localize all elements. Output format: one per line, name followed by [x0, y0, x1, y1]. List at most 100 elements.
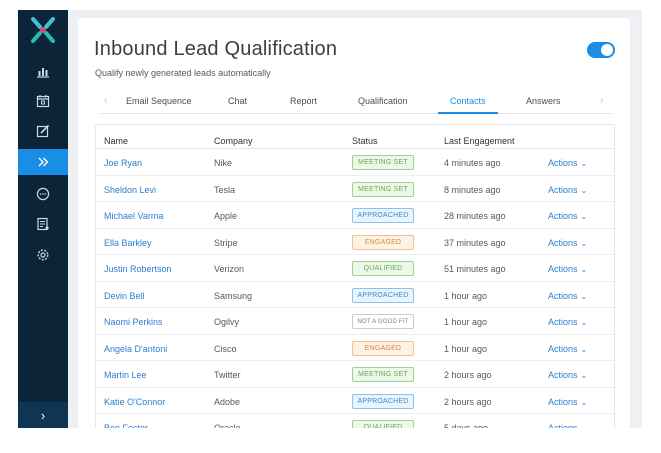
main-card: Inbound Lead Qualification Qualify newly… [78, 18, 630, 428]
contact-name-link[interactable]: Joe Ryan [104, 158, 142, 168]
sidebar-item-edit[interactable] [18, 119, 68, 143]
chevron-down-icon: ⌄ [580, 212, 588, 221]
table-row: Angela D'antoni Cisco ENGAGED 1 hour ago Act… [96, 335, 614, 361]
table-row: Justin Robertson Verizon QUALIFIED 51 minut… [96, 255, 614, 282]
company-cell: Adobe [214, 396, 241, 407]
actions-dropdown[interactable]: Actions⌄ [548, 423, 587, 428]
column-header-name[interactable]: Name [104, 136, 128, 146]
table-header: Name Company Status Last Engagement [96, 125, 614, 149]
actions-label: Actions [548, 317, 578, 327]
column-header-status[interactable]: Status [352, 136, 378, 146]
company-cell: Oracle [214, 423, 241, 428]
company-cell: Tesla [214, 184, 236, 195]
chevron-down-icon: ⌄ [580, 238, 588, 248]
actions-dropdown[interactable]: Actions⌄ [548, 185, 587, 195]
last-engagement-cell: 1 hour ago [444, 343, 488, 354]
chevron-down-icon: ⌄ [581, 424, 588, 428]
page-subtitle: Qualify newly generated leads automatica… [95, 68, 271, 78]
chevron-down-icon: ⌄ [580, 371, 588, 380]
x-logo-icon[interactable] [27, 14, 59, 46]
contact-name-link[interactable]: Michael Varma [104, 211, 163, 221]
actions-dropdown[interactable]: Actions⌄ [548, 344, 587, 354]
chevron-down-icon: ⌄ [580, 265, 588, 274]
tab-email-sequence[interactable]: Email Sequence [126, 96, 192, 106]
collapse-sidebar-button[interactable]: › [18, 402, 68, 428]
actions-dropdown[interactable]: Actions⌄ [548, 211, 587, 221]
actions-label: Actions [548, 370, 578, 380]
contact-name-link[interactable]: Katie O'Connor [104, 397, 165, 407]
actions-dropdown[interactable]: Actions⌄ [548, 317, 587, 327]
table-row: Ben Foster Oracle QUALIFIED 5 days ago Actio… [96, 414, 614, 428]
sidebar-item-double-chevron-right[interactable] [18, 149, 68, 175]
last-engagement-cell: 51 minutes ago [444, 264, 506, 274]
last-engagement-cell: 37 minutes ago [444, 237, 506, 248]
table-row: Devin Bell Samsung APPROACHED 1 hour ago Act… [96, 282, 614, 308]
status-badge: ENGAGED [352, 234, 414, 250]
sidebar-item-calendar[interactable] [18, 89, 68, 113]
contact-name-link[interactable]: Naomi Perkins [104, 317, 163, 327]
tab-qualification[interactable]: Qualification [358, 96, 408, 106]
actions-dropdown[interactable]: Actions⌄ [548, 291, 587, 301]
company-cell: Twitter [214, 370, 241, 380]
actions-dropdown[interactable]: Actions⌄ [548, 397, 587, 407]
sidebar-item-bar-chart[interactable] [18, 59, 68, 83]
table-row: Joe Ryan Nike MEETING SET 4 minutes ago Acti… [96, 149, 614, 176]
company-cell: Cisco [214, 343, 237, 354]
chevron-down-icon: ⌄ [580, 159, 588, 168]
tab-report[interactable]: Report [290, 96, 317, 106]
edit-icon [36, 124, 50, 138]
sidebar-item-chat-bubble[interactable] [18, 182, 68, 206]
last-engagement-cell: 2 hours ago [444, 370, 492, 380]
table-row: Naomi Perkins Ogilvy NOT A GOOD FIT 1 hour … [96, 308, 614, 335]
actions-dropdown[interactable]: Actions⌄ [548, 370, 587, 380]
chevron-down-icon: ⌄ [580, 397, 588, 407]
column-header-last-engagement[interactable]: Last Engagement [444, 136, 515, 146]
status-badge: APPROACHED [352, 287, 414, 303]
app-window: › Inbound Lead Qualification Qualify new… [18, 10, 642, 428]
report-icon [36, 217, 50, 231]
column-header-company[interactable]: Company [214, 136, 253, 146]
sidebar-item-gear[interactable] [18, 243, 68, 267]
double-chevron-right-icon [36, 155, 50, 169]
sidebar: › [18, 10, 68, 428]
company-cell: Verizon [214, 264, 245, 274]
sidebar-item-report[interactable] [18, 212, 68, 236]
chevron-down-icon: ⌄ [580, 318, 588, 327]
contact-name-link[interactable]: Devin Bell [104, 291, 145, 301]
actions-label: Actions [548, 158, 578, 168]
status-badge: NOT A GOOD FIT [352, 314, 414, 329]
tab-scroll-left-icon[interactable]: ‹ [104, 95, 107, 106]
tab-answers[interactable]: Answers [526, 96, 561, 106]
contact-name-link[interactable]: Ella Barkley [104, 238, 152, 248]
page-title: Inbound Lead Qualification [94, 38, 338, 60]
enable-toggle[interactable] [587, 42, 615, 58]
last-engagement-cell: 8 minutes ago [444, 184, 501, 195]
contact-name-link[interactable]: Martin Lee [104, 370, 147, 380]
active-tab-indicator [438, 112, 498, 114]
last-engagement-cell: 1 hour ago [444, 290, 488, 301]
actions-label: Actions [548, 237, 578, 248]
contact-name-link[interactable]: Angela D'antoni [104, 344, 167, 354]
contacts-table: Name Company Status Last Engagement Joe … [95, 124, 615, 428]
actions-label: Actions [548, 290, 578, 301]
gear-icon [36, 248, 50, 262]
contact-name-link[interactable]: Ben Foster [104, 423, 148, 428]
actions-dropdown[interactable]: Actions⌄ [548, 158, 587, 168]
last-engagement-cell: 2 hours ago [444, 396, 492, 407]
status-badge: ENGAGED [352, 340, 414, 356]
table-row: Katie O'Connor Adobe APPROACHED 2 hours ago… [96, 388, 614, 414]
contact-name-link[interactable]: Justin Robertson [104, 264, 172, 274]
tab-scroll-right-icon[interactable]: › [600, 95, 603, 106]
status-badge: MEETING SET [352, 181, 414, 197]
contact-name-link[interactable]: Sheldon Levi [104, 185, 156, 195]
status-badge: QUALIFIED [352, 420, 414, 428]
status-badge: MEETING SET [352, 155, 414, 170]
actions-label: Actions [548, 396, 578, 407]
tab-contacts[interactable]: Contacts [450, 96, 486, 106]
company-cell: Ogilvy [214, 317, 240, 327]
actions-dropdown[interactable]: Actions⌄ [548, 238, 587, 248]
actions-dropdown[interactable]: Actions⌄ [548, 264, 587, 274]
last-engagement-cell: 5 days ago [444, 423, 489, 428]
tab-chat[interactable]: Chat [228, 96, 247, 106]
table-row: Martin Lee Twitter MEETING SET 2 hours ago A… [96, 361, 614, 388]
